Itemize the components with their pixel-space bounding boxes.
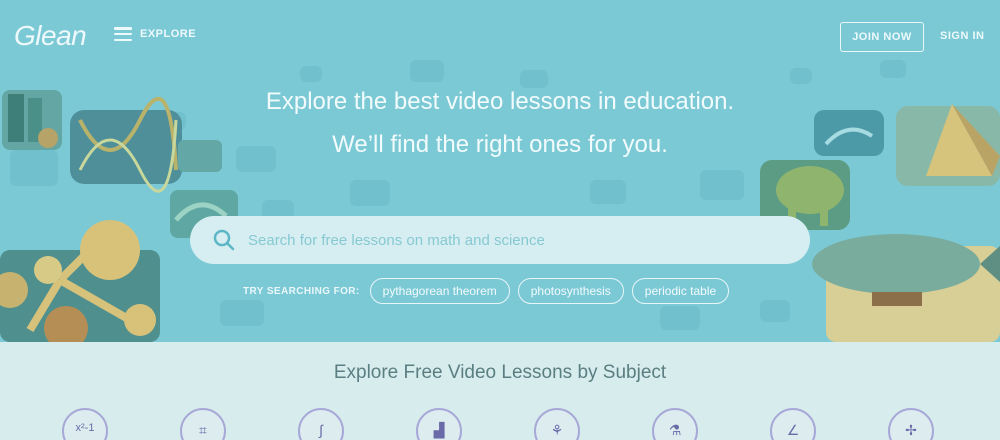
search-suggestions: TRY SEARCHING FOR: pythagorean theorem p…	[243, 278, 730, 304]
join-now-button[interactable]: JOIN NOW	[840, 22, 924, 52]
hero-banner: Glean EXPLORE JOIN NOW SIGN IN Explore t…	[0, 0, 1000, 342]
search-icon	[213, 229, 235, 251]
statistics-icon[interactable]: ▟	[416, 408, 462, 440]
suggestion-chip[interactable]: periodic table	[631, 278, 730, 304]
hamburger-menu-icon	[114, 27, 132, 41]
top-navigation: Glean EXPLORE JOIN NOW SIGN IN	[0, 0, 1000, 72]
explore-menu-button[interactable]: EXPLORE	[114, 27, 196, 41]
hero-headline: Explore the best video lessons in educat…	[265, 88, 735, 115]
suggestion-chip[interactable]: photosynthesis	[517, 278, 624, 304]
algebra-icon-label: x²-1	[75, 422, 95, 434]
chemistry-icon[interactable]: ⚗	[652, 408, 698, 440]
algebra-icon[interactable]: x²-1	[62, 408, 108, 440]
science-illustration-left	[0, 90, 238, 342]
engineering-icon[interactable]: ✢	[888, 408, 934, 440]
suggestion-chip[interactable]: pythagorean theorem	[369, 278, 510, 304]
sign-in-link[interactable]: SIGN IN	[940, 30, 984, 42]
explore-label: EXPLORE	[140, 28, 197, 40]
calculus-icon[interactable]: ∫	[298, 408, 344, 440]
physics-icon[interactable]: ∠	[770, 408, 816, 440]
glean-logo[interactable]: Glean	[14, 20, 87, 52]
try-searching-label: TRY SEARCHING FOR:	[243, 285, 360, 297]
search-bar[interactable]	[190, 216, 810, 264]
subjects-heading: Explore Free Video Lessons by Subject	[333, 362, 667, 383]
biology-icon[interactable]: ⚘	[534, 408, 580, 440]
hero-subheadline: We’ll find the right ones for you.	[332, 131, 668, 158]
geometry-icon[interactable]: ⌗	[180, 408, 226, 440]
search-input[interactable]	[248, 231, 768, 249]
